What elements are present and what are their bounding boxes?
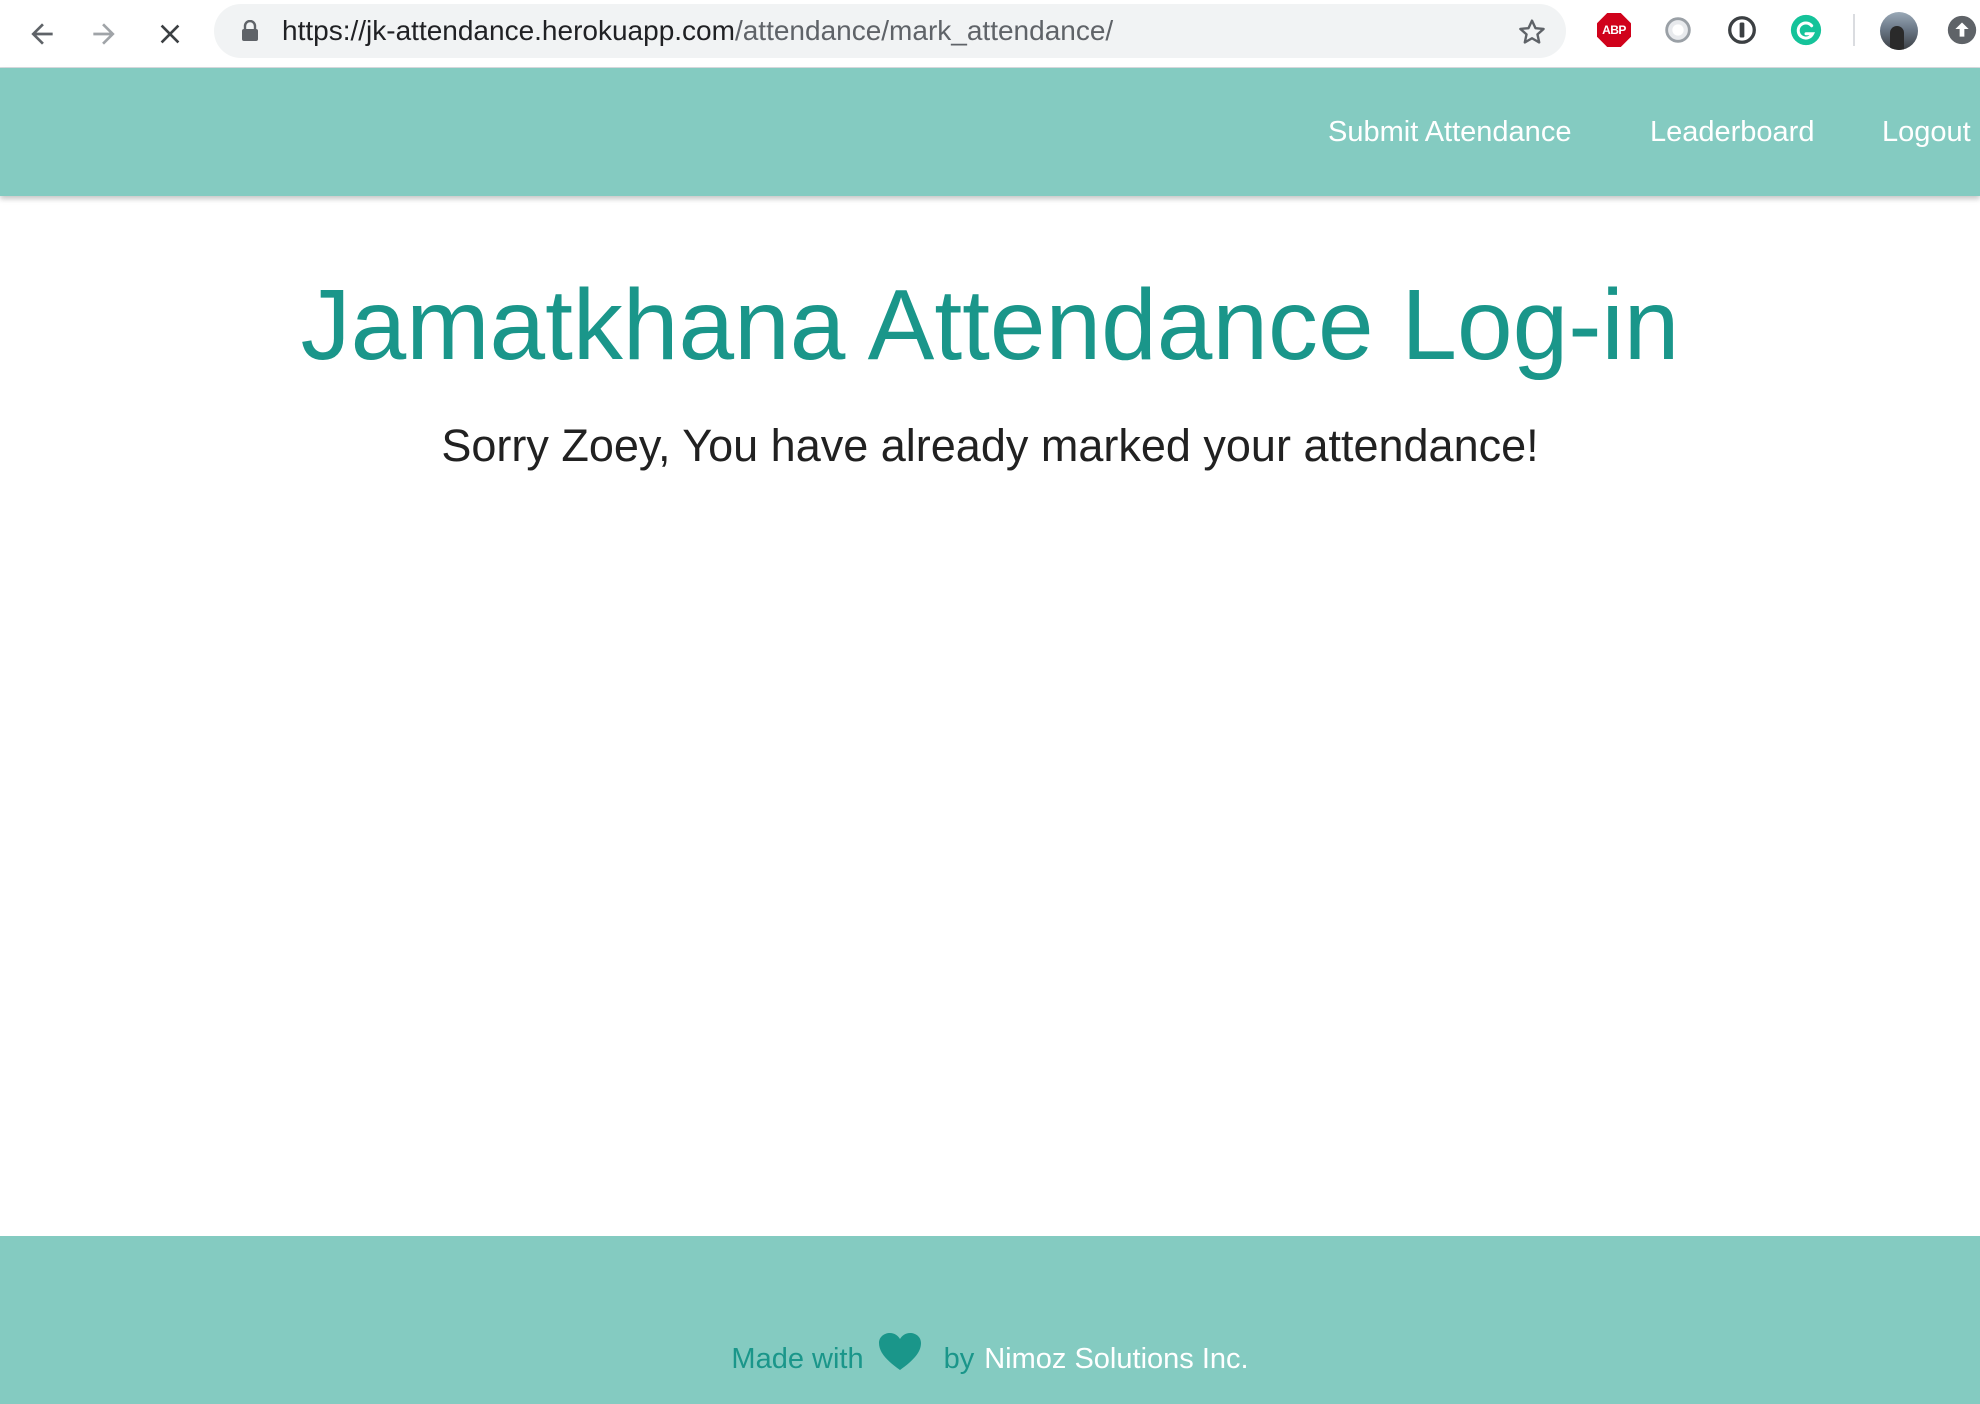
footer-by: by xyxy=(943,1343,975,1375)
back-arrow-icon xyxy=(31,23,53,45)
password-manager-extension[interactable] xyxy=(1724,12,1760,48)
nav-logout[interactable]: Logout xyxy=(1882,68,1971,196)
grammarly-icon xyxy=(1790,14,1822,46)
page-footer: Made with by Nimoz Solutions Inc. xyxy=(0,1236,1980,1404)
back-button[interactable] xyxy=(18,10,66,58)
adblock-extension[interactable]: ABP xyxy=(1596,12,1632,48)
star-icon[interactable] xyxy=(1516,16,1548,48)
toolbar-divider xyxy=(1853,14,1855,46)
update-arrow-icon xyxy=(1947,15,1977,45)
nav-submit-attendance[interactable]: Submit Attendance xyxy=(1328,68,1571,196)
adblock-icon: ABP xyxy=(1597,13,1631,47)
password-manager-icon xyxy=(1728,16,1756,44)
update-button[interactable] xyxy=(1944,12,1980,48)
address-bar[interactable]: https://jk-attendance.herokuapp.com/atte… xyxy=(214,4,1566,58)
stop-loading-button[interactable] xyxy=(146,10,194,58)
lock-icon xyxy=(242,20,258,41)
circle-extension[interactable] xyxy=(1660,12,1696,48)
forward-arrow-icon xyxy=(93,23,115,45)
url-host: https://jk-attendance.herokuapp.com xyxy=(282,15,735,46)
extension-circle-icon xyxy=(1665,17,1691,43)
heart-icon xyxy=(878,1333,921,1370)
footer-company-link[interactable]: Nimoz Solutions Inc. xyxy=(984,1343,1248,1376)
nav-leaderboard[interactable]: Leaderboard xyxy=(1650,68,1814,196)
footer-credit: Made with by Nimoz Solutions Inc. xyxy=(0,1326,1980,1376)
url-text[interactable]: https://jk-attendance.herokuapp.com/atte… xyxy=(282,4,1113,58)
browser-toolbar: https://jk-attendance.herokuapp.com/atte… xyxy=(0,0,1980,68)
stop-loading-icon xyxy=(160,24,180,44)
profile-avatar[interactable] xyxy=(1880,12,1918,50)
footer-made-with: Made with xyxy=(731,1343,864,1375)
app-navbar: Submit Attendance Leaderboard Logout xyxy=(0,68,1980,196)
forward-button[interactable] xyxy=(80,10,128,58)
grammarly-extension[interactable] xyxy=(1788,12,1824,48)
page-title: Jamatkhana Attendance Log-in xyxy=(300,269,1680,381)
url-path: /attendance/mark_attendance/ xyxy=(734,15,1114,46)
status-message: Sorry Zoey, You have already marked your… xyxy=(441,420,1539,471)
